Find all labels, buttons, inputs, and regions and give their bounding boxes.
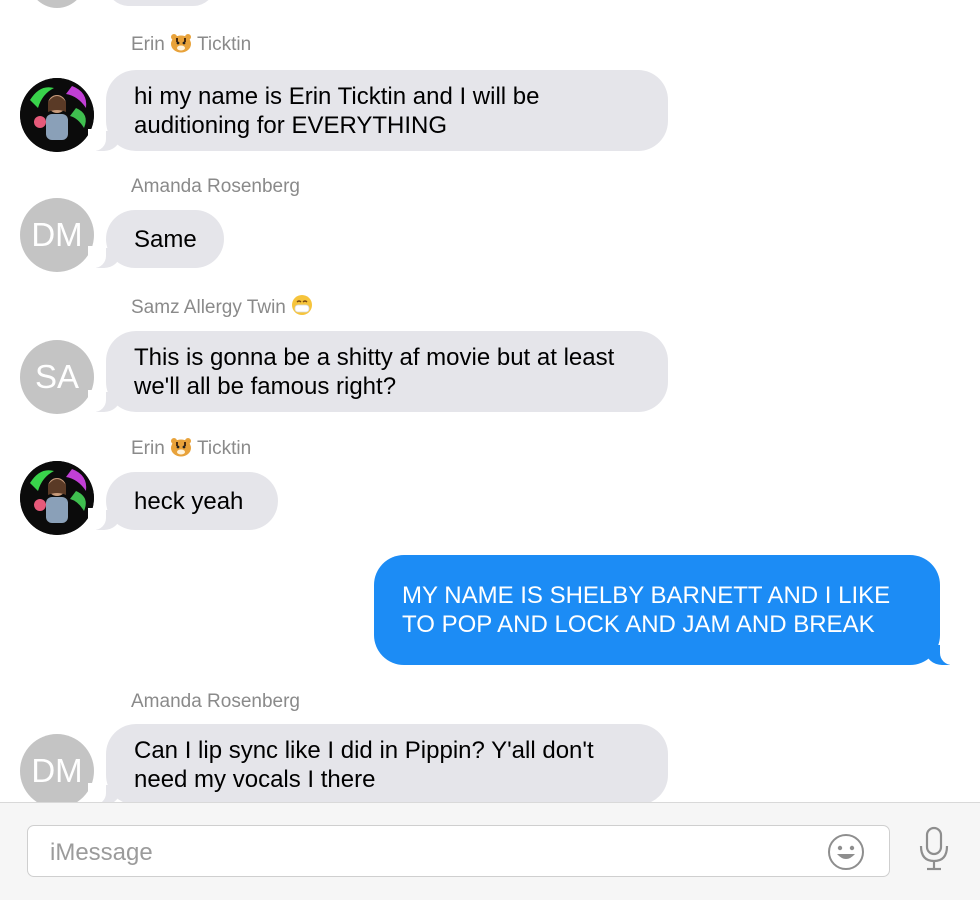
sender-name: Erin Ticktin <box>131 438 252 459</box>
bubble-tail <box>88 508 120 530</box>
bubble-tail <box>88 783 120 802</box>
message-bubble[interactable]: heck yeah <box>88 472 278 530</box>
message-bubble[interactable]: Same <box>88 210 224 268</box>
avatar: SA <box>20 340 94 414</box>
bubble-tail <box>88 390 120 412</box>
message-text: This is gonna be a shitty af movie but a… <box>134 343 615 400</box>
avatar: DM <box>20 734 94 802</box>
avatar: DM <box>20 198 94 272</box>
bubble-tail <box>88 246 120 268</box>
mask-face-icon <box>292 295 313 315</box>
sender-name: Samz Allergy Twin <box>131 294 313 319</box>
message-bubble[interactable]: Can I lip sync like I did in Pippin? Y'a… <box>88 724 668 802</box>
profile-photo <box>20 78 94 152</box>
composer-bar: iMessage <box>0 802 980 900</box>
message-input-placeholder: iMessage <box>50 839 153 866</box>
message-text: heck yeah <box>134 487 244 515</box>
sender-name: Erin Ticktin <box>131 34 252 55</box>
message-bubble-outgoing[interactable]: MY NAME IS SHELBY BARNETT AND I LIKE TO … <box>374 555 958 665</box>
profile-photo <box>20 461 94 535</box>
message-input[interactable]: iMessage <box>27 825 890 877</box>
sender-name: Amanda Rosenberg <box>131 176 300 197</box>
message-bubble[interactable]: hi my name is Erin Ticktin and I will be… <box>88 70 668 151</box>
message-bubble[interactable]: This is gonna be a shitty af movie but a… <box>88 331 668 412</box>
message-list[interactable]: Erin Ticktin hi my name is Erin Ticktin … <box>0 0 980 802</box>
microphone-icon[interactable] <box>918 826 950 872</box>
avatar <box>20 461 94 535</box>
bubble-tail <box>88 129 120 151</box>
message-text: hi my name is Erin Ticktin and I will be… <box>134 82 540 139</box>
message-bubble-partial <box>106 0 216 6</box>
tiger-face-icon <box>171 34 192 53</box>
tiger-face-icon <box>171 438 192 457</box>
bubble-tail <box>926 643 958 665</box>
message-text: Same <box>134 225 197 253</box>
avatar-partial <box>26 0 88 8</box>
message-text: Can I lip sync like I did in Pippin? Y'a… <box>134 736 594 793</box>
message-text: MY NAME IS SHELBY BARNETT AND I LIKE TO … <box>402 582 891 638</box>
avatar <box>20 78 94 152</box>
sender-name: Amanda Rosenberg <box>131 691 300 712</box>
smiley-icon[interactable] <box>827 833 865 871</box>
